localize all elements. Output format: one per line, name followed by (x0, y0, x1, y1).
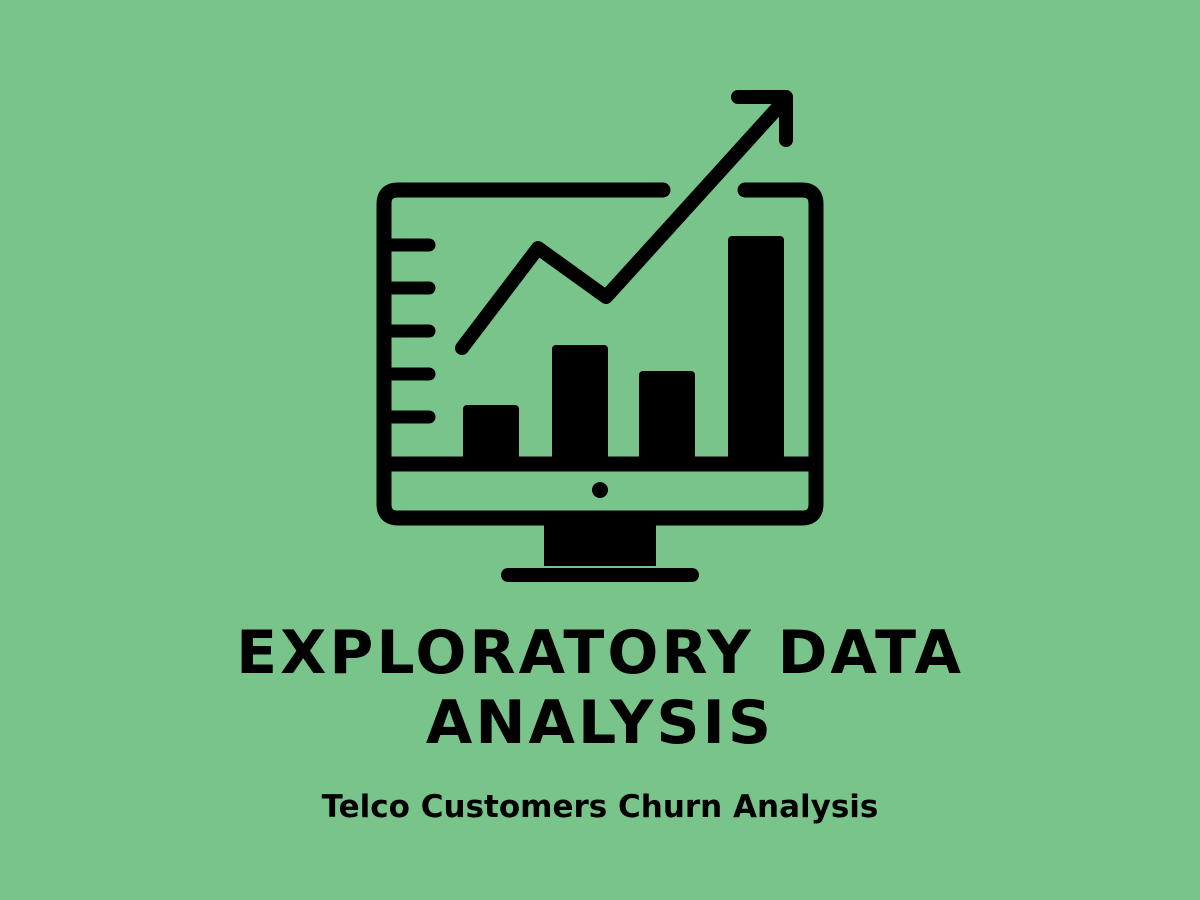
monitor-power-dot (592, 482, 608, 498)
poster-canvas: EXPLORATORY DATA ANALYSIS Telco Customer… (0, 0, 1200, 900)
title-line-1: EXPLORATORY DATA (236, 618, 964, 688)
page-title: EXPLORATORY DATA ANALYSIS (0, 618, 1200, 758)
title-line-2: ANALYSIS (425, 688, 775, 758)
subtitle: Telco Customers Churn Analysis (321, 789, 879, 825)
chart-bar (728, 236, 784, 462)
monitor-growth-chart-icon (376, 90, 824, 582)
monitor-stand (544, 518, 656, 566)
axis-ticks (386, 238, 436, 424)
chart-bar (552, 345, 608, 462)
chart-bar (463, 405, 519, 462)
chart-bar (639, 371, 695, 462)
